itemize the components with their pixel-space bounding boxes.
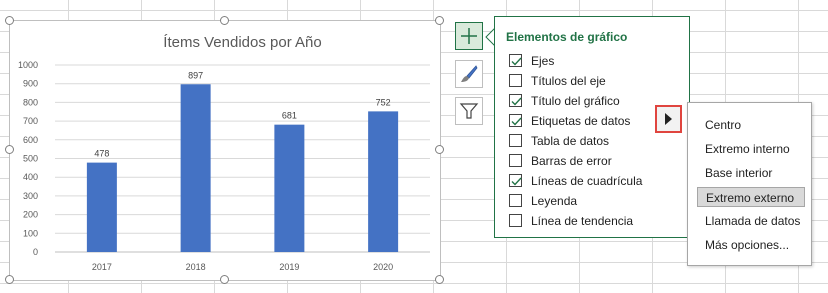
y-tick-label: 500 bbox=[23, 154, 38, 164]
submenu-item[interactable]: Extremo interno bbox=[697, 139, 805, 159]
resize-handle-top-left[interactable] bbox=[5, 16, 14, 25]
checkbox[interactable] bbox=[509, 174, 522, 187]
resize-handle-top[interactable] bbox=[220, 16, 229, 25]
resize-handle-left[interactable] bbox=[5, 145, 14, 154]
chart-element-option[interactable]: Ejes bbox=[509, 53, 679, 70]
chart-elements-button[interactable] bbox=[455, 22, 483, 50]
y-tick-label: 200 bbox=[23, 210, 38, 220]
x-tick-label: 2020 bbox=[373, 262, 393, 272]
chart-filters-button[interactable] bbox=[455, 97, 483, 125]
bar bbox=[368, 111, 399, 252]
chart-area[interactable]: Ítems Vendidos por Año 0 100 200 300 400 500 60… bbox=[9, 20, 441, 281]
option-label: Ejes bbox=[531, 54, 555, 68]
option-label: Línea de tendencia bbox=[531, 214, 634, 228]
data-label: 478 bbox=[94, 149, 109, 159]
checkbox[interactable] bbox=[509, 154, 522, 167]
y-tick-label: 700 bbox=[23, 116, 38, 126]
option-label: Tabla de datos bbox=[531, 134, 610, 148]
submenu-item[interactable]: Más opciones... bbox=[697, 235, 805, 255]
brush-icon bbox=[461, 65, 478, 82]
filter-icon bbox=[459, 103, 479, 119]
bar bbox=[274, 124, 305, 252]
y-tick-label: 900 bbox=[23, 79, 38, 89]
checkmark-icon bbox=[511, 57, 522, 66]
option-label: Título del gráfico bbox=[531, 94, 620, 108]
x-tick-label: 2019 bbox=[279, 262, 299, 272]
bar bbox=[86, 162, 117, 252]
resize-handle-top-right[interactable] bbox=[435, 16, 444, 25]
y-tick-label: 800 bbox=[23, 97, 38, 107]
option-label: Leyenda bbox=[531, 194, 578, 208]
option-label: Barras de error bbox=[531, 154, 612, 168]
data-label: 752 bbox=[376, 97, 391, 107]
resize-handle-right[interactable] bbox=[435, 145, 444, 154]
option-label: Líneas de cuadrícula bbox=[531, 174, 643, 188]
checkbox[interactable] bbox=[509, 94, 522, 107]
data-labels-submenu: Centro Extremo interno Base interior Extrem… bbox=[687, 102, 812, 266]
bar-chart[interactable]: Ítems Vendidos por Año 0 100 200 300 400 500 60… bbox=[10, 21, 440, 280]
x-tick-label: 2017 bbox=[92, 262, 112, 272]
checkbox[interactable] bbox=[509, 74, 522, 87]
y-tick-label: 100 bbox=[23, 228, 38, 238]
checkmark-icon bbox=[511, 117, 522, 126]
checkmark-icon bbox=[511, 97, 522, 106]
y-tick-label: 0 bbox=[33, 247, 38, 257]
chart-element-option[interactable]: Etiquetas de datos bbox=[509, 113, 679, 130]
y-tick-label: 1000 bbox=[18, 60, 38, 70]
checkbox[interactable] bbox=[509, 214, 522, 227]
checkbox[interactable] bbox=[509, 194, 522, 207]
checkbox[interactable] bbox=[509, 134, 522, 147]
checkbox[interactable] bbox=[509, 54, 522, 67]
submenu-item[interactable]: Base interior bbox=[697, 163, 805, 183]
resize-handle-bottom-left[interactable] bbox=[5, 275, 14, 284]
y-tick-label: 600 bbox=[23, 135, 38, 145]
panel-title: Elementos de gráfico bbox=[506, 30, 628, 44]
resize-handle-bottom[interactable] bbox=[220, 275, 229, 284]
submenu-item[interactable]: Extremo externo bbox=[697, 187, 805, 207]
chart-element-option[interactable]: Líneas de cuadrícula bbox=[509, 173, 679, 190]
y-tick-label: 400 bbox=[23, 172, 38, 182]
chart-element-option[interactable]: Títulos del eje bbox=[509, 73, 679, 90]
option-label: Títulos del eje bbox=[531, 74, 606, 88]
resize-handle-bottom-right[interactable] bbox=[435, 275, 444, 284]
bar bbox=[180, 84, 211, 252]
x-tick-label: 2018 bbox=[186, 262, 206, 272]
chart-element-option[interactable]: Título del gráfico bbox=[509, 93, 679, 110]
plus-icon bbox=[461, 28, 477, 44]
data-label: 897 bbox=[188, 70, 203, 80]
chart-styles-button[interactable] bbox=[455, 60, 483, 88]
data-labels-expand-button[interactable] bbox=[655, 105, 682, 133]
chart-element-option[interactable]: Tabla de datos bbox=[509, 133, 679, 150]
checkbox[interactable] bbox=[509, 114, 522, 127]
data-label: 681 bbox=[282, 111, 297, 121]
checkmark-icon bbox=[511, 177, 522, 186]
chart-title: Ítems Vendidos por Año bbox=[163, 34, 321, 51]
caret-right-icon bbox=[665, 113, 672, 125]
submenu-item[interactable]: Centro bbox=[697, 115, 805, 135]
option-label: Etiquetas de datos bbox=[531, 114, 631, 128]
chart-element-option[interactable]: Línea de tendencia bbox=[509, 213, 679, 230]
submenu-item[interactable]: Llamada de datos bbox=[697, 211, 805, 231]
chart-element-option[interactable]: Leyenda bbox=[509, 193, 679, 210]
chart-element-option[interactable]: Barras de error bbox=[509, 153, 679, 170]
y-tick-label: 300 bbox=[23, 191, 38, 201]
